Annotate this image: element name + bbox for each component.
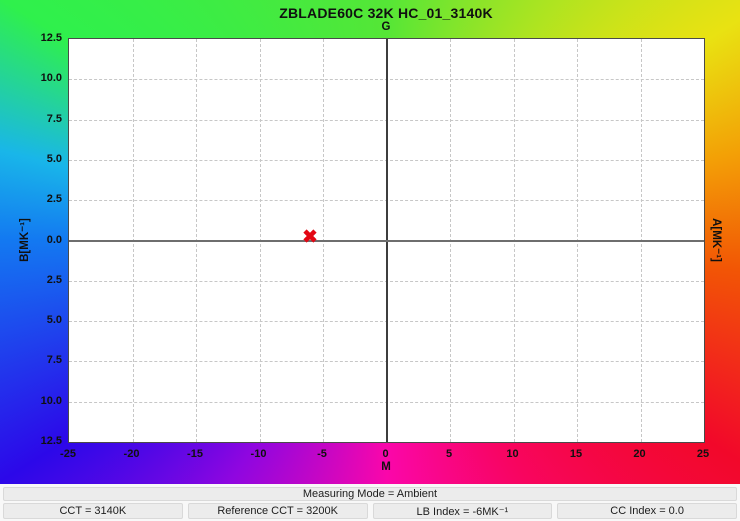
y-tick-label: 0.0 xyxy=(0,233,62,247)
a-axis-label: A[MK⁻¹] xyxy=(710,218,724,262)
chart-title: ZBLADE60C 32K HC_01_3140K xyxy=(279,5,493,21)
y-tick-label: 7.5 xyxy=(0,353,62,367)
measuring-mode-text: Measuring Mode = Ambient xyxy=(303,488,437,500)
zero-line xyxy=(69,240,704,242)
measurement-x-marker xyxy=(301,227,319,245)
y-tick-label: 12.5 xyxy=(0,434,62,448)
x-tick-label: 20 xyxy=(633,448,645,461)
x-marker-icon xyxy=(301,227,319,245)
x-tick-label: -15 xyxy=(187,448,203,461)
g-axis-label: G xyxy=(382,21,391,33)
m-axis-label: M xyxy=(381,461,391,473)
measuring-mode-bar: Measuring Mode = Ambient xyxy=(3,487,737,501)
y-tick-label: 2.5 xyxy=(0,192,62,206)
x-tick-label: -5 xyxy=(317,448,327,461)
color-meter-chart-window: ZBLADE60C 32K HC_01_3140K G M B[MK⁻¹] A[… xyxy=(0,0,740,521)
x-tick-label: 25 xyxy=(697,448,709,461)
y-tick-label: 12.5 xyxy=(0,31,62,45)
x-tick-label: 5 xyxy=(446,448,452,461)
plot-area xyxy=(68,38,705,443)
y-tick-label: 7.5 xyxy=(0,112,62,126)
status-cell-cc-index: CC Index = 0.0 xyxy=(557,503,737,519)
status-cell-lb-index: LB Index = -6MK⁻¹ xyxy=(373,503,553,519)
x-tick-label: 10 xyxy=(506,448,518,461)
y-tick-label: 5.0 xyxy=(0,152,62,166)
y-tick-label: 10.0 xyxy=(0,71,62,85)
status-cell-cct: CCT = 3140K xyxy=(3,503,183,519)
status-bar: CCT = 3140K Reference CCT = 3200K LB Ind… xyxy=(3,503,737,519)
status-cell-reference-cct: Reference CCT = 3200K xyxy=(188,503,368,519)
x-tick-label: 0 xyxy=(382,448,388,461)
x-tick-label: -10 xyxy=(251,448,267,461)
y-tick-label: 2.5 xyxy=(0,273,62,287)
x-tick-label: -20 xyxy=(124,448,140,461)
y-tick-label: 10.0 xyxy=(0,394,62,408)
y-tick-label: 5.0 xyxy=(0,313,62,327)
x-tick-label: -25 xyxy=(60,448,76,461)
x-tick-label: 15 xyxy=(570,448,582,461)
